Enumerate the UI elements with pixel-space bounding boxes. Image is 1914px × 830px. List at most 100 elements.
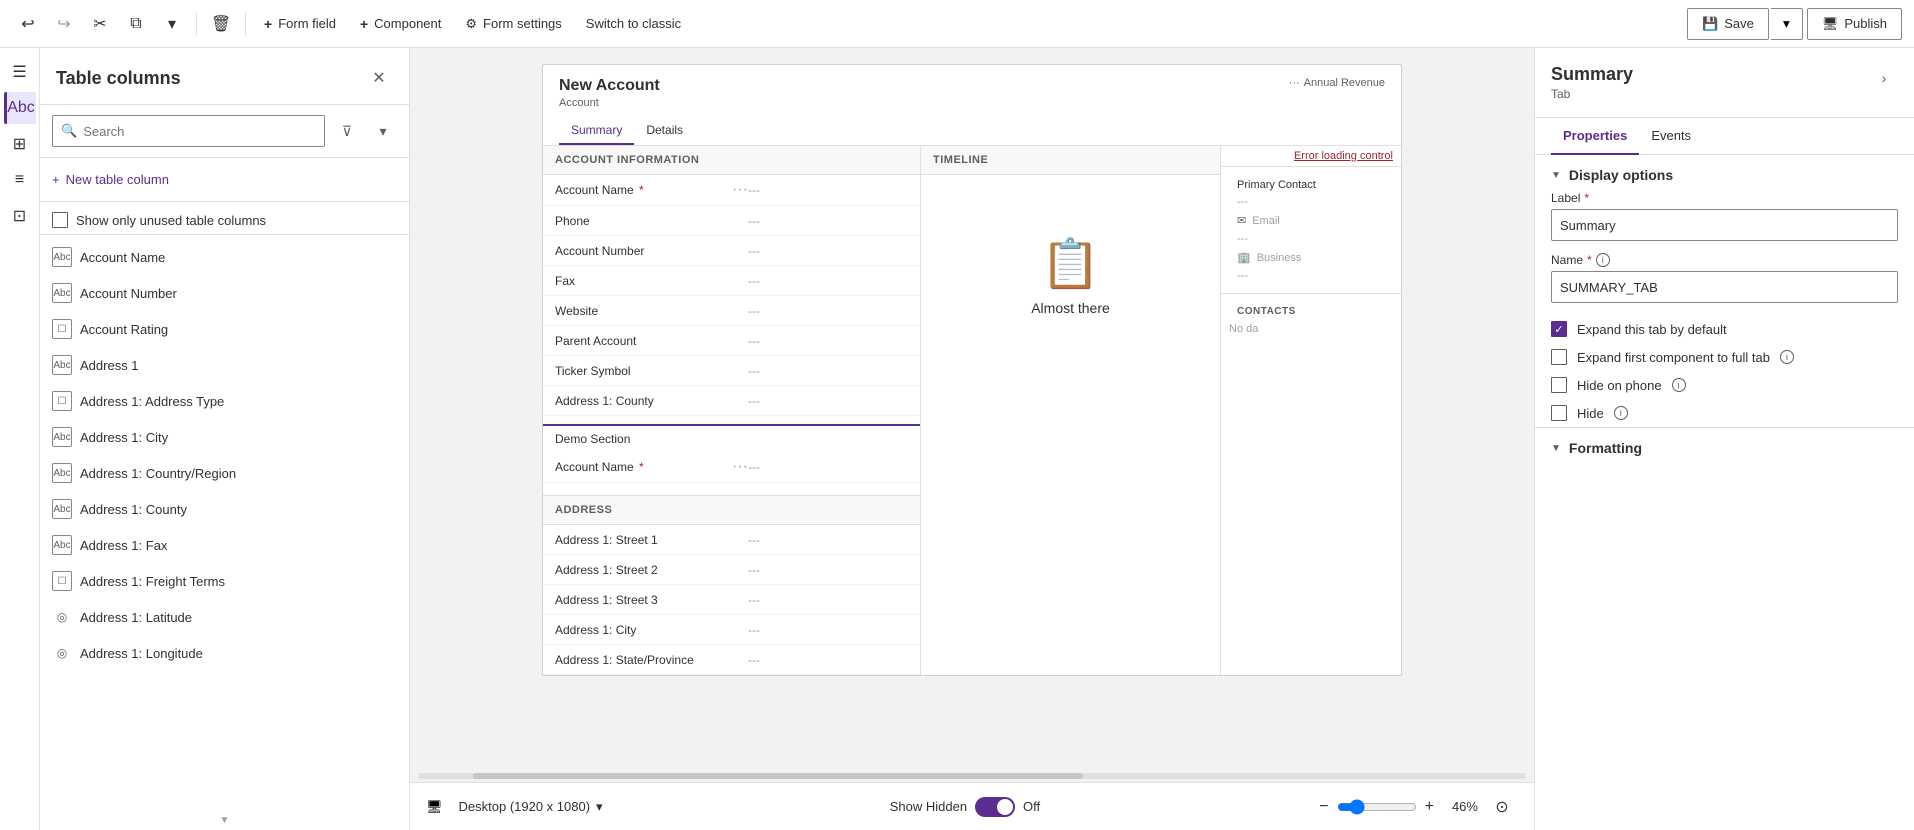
list-item[interactable]: Abc Account Name: [40, 239, 409, 275]
table-row: Phone ---: [543, 206, 920, 236]
timeline-column: Timeline 📋 Almost there: [921, 146, 1221, 675]
menu-icon-button[interactable]: ☰: [4, 56, 36, 88]
field-label: Address 1: Street 1: [555, 533, 748, 547]
chevron-down-icon: ▾: [596, 799, 603, 815]
expand-first-label: Expand first component to full tab: [1577, 350, 1770, 365]
form-tabs: Summary Details: [559, 117, 1385, 145]
right-panel: Summary Tab › Properties Events ▼ Displa…: [1534, 48, 1914, 830]
list-item[interactable]: ◎ Address 1: Latitude: [40, 599, 409, 635]
list-item[interactable]: ◎ Address 1: Longitude: [40, 635, 409, 671]
h-scrollbar[interactable]: [410, 770, 1534, 782]
hide-phone-checkbox[interactable]: [1551, 377, 1567, 393]
timeline-icon: 📋: [1041, 235, 1101, 292]
sidebar-header: Table columns ✕: [40, 48, 409, 105]
fullscreen-icon-button[interactable]: ⊙: [1486, 791, 1518, 823]
table-icon-button[interactable]: ⊡: [4, 200, 36, 232]
check-icon: ✓: [1554, 323, 1563, 336]
list-item[interactable]: Abc Address 1: Country/Region: [40, 455, 409, 491]
field-label: Website: [555, 304, 748, 318]
copy-button[interactable]: ⧉: [120, 8, 152, 40]
grid-icon-button[interactable]: ⊞: [4, 128, 36, 160]
tab-details[interactable]: Details: [634, 117, 695, 145]
zoom-plus-button[interactable]: +: [1425, 798, 1434, 816]
right-panel-tabs: Properties Events: [1535, 118, 1914, 155]
abc-icon: Abc: [52, 247, 72, 267]
delete-button[interactable]: 🗑: [205, 8, 237, 40]
save-button[interactable]: 💾 Save: [1687, 8, 1769, 40]
list-item[interactable]: Abc Address 1: City: [40, 419, 409, 455]
switch-classic-button[interactable]: Switch to classic: [576, 8, 691, 40]
sidebar-item-label: Address 1: Latitude: [80, 610, 192, 625]
label-input[interactable]: [1551, 209, 1898, 241]
show-hidden-toggle[interactable]: [975, 797, 1015, 817]
table-row: Address 1: Street 2 ---: [543, 555, 920, 585]
sidebar-close-button[interactable]: ✕: [365, 64, 393, 92]
publish-icon: 🖥: [1822, 16, 1839, 32]
tab-properties[interactable]: Properties: [1551, 118, 1639, 155]
list-item[interactable]: ☐ Address 1: Address Type: [40, 383, 409, 419]
email-label: Email: [1252, 215, 1280, 227]
undo-button[interactable]: ↩: [12, 8, 44, 40]
redo-button[interactable]: ↪: [48, 8, 80, 40]
no-data-text: No da: [1229, 321, 1393, 337]
right-panel-body: ▼ Display options Label * Name * i: [1535, 155, 1914, 830]
sort-button[interactable]: ▾: [369, 117, 397, 145]
expand-first-row: Expand first component to full tab i: [1535, 343, 1914, 371]
search-icon: 🔍: [61, 123, 77, 139]
zoom-slider[interactable]: [1337, 799, 1417, 815]
h-scrollbar-thumb[interactable]: [473, 773, 1082, 779]
plus-icon-2: +: [360, 16, 368, 32]
list-item[interactable]: Abc Address 1: County: [40, 491, 409, 527]
right-panel-expand-button[interactable]: ›: [1870, 64, 1898, 92]
sidebar-item-label: Account Number: [80, 286, 177, 301]
component-button[interactable]: + Component: [350, 8, 451, 40]
new-column-label: New table column: [66, 172, 169, 187]
field-label: Address 1: County: [555, 394, 748, 408]
dropdown-button[interactable]: ▾: [156, 8, 188, 40]
error-link[interactable]: Error loading control: [1294, 150, 1393, 162]
layers-icon-button[interactable]: ≡: [4, 164, 36, 196]
form-settings-button[interactable]: ⚙ Form settings: [455, 8, 571, 40]
more-icon: ···: [1289, 77, 1300, 89]
filter-button[interactable]: ⊽: [333, 117, 361, 145]
table-row: Address 1: County ---: [543, 386, 920, 416]
list-item[interactable]: Abc Address 1: [40, 347, 409, 383]
expand-tab-checkbox[interactable]: ✓: [1551, 321, 1567, 337]
field-value: ---: [748, 214, 908, 228]
list-item[interactable]: ☐ Account Rating: [40, 311, 409, 347]
hide-checkbox[interactable]: [1551, 405, 1567, 421]
cut-button[interactable]: ✂: [84, 8, 116, 40]
form-field-button[interactable]: + Form field: [254, 8, 346, 40]
formatting-section[interactable]: ▼ Formatting: [1535, 427, 1914, 464]
sidebar-item-label: Address 1: [80, 358, 139, 373]
canvas-scroll[interactable]: New Account Account ··· Annual Revenue S…: [410, 48, 1534, 770]
publish-button[interactable]: 🖥 Publish: [1807, 8, 1902, 40]
list-item[interactable]: ☐ Address 1: Freight Terms: [40, 563, 409, 599]
show-unused-checkbox[interactable]: [52, 212, 68, 228]
name-input[interactable]: [1551, 271, 1898, 303]
expand-first-checkbox[interactable]: [1551, 349, 1567, 365]
save-dropdown-button[interactable]: ▾: [1771, 8, 1803, 40]
tab-summary[interactable]: Summary: [559, 117, 634, 145]
list-item[interactable]: Abc Address 1: Fax: [40, 527, 409, 563]
zoom-minus-button[interactable]: −: [1319, 798, 1328, 816]
table-row: Address 1: Street 3 ---: [543, 585, 920, 615]
publish-label: Publish: [1844, 16, 1887, 31]
tab-events[interactable]: Events: [1639, 118, 1703, 155]
list-item[interactable]: Abc Account Number: [40, 275, 409, 311]
primary-contact-value: ---: [1237, 196, 1248, 208]
display-options-section[interactable]: ▼ Display options: [1535, 155, 1914, 191]
main-layout: ☰ Abc ⊞ ≡ ⊡ Table columns ✕ 🔍 ⊽ ▾ + New …: [0, 48, 1914, 830]
form-field-label: Form field: [278, 16, 336, 31]
toolbar-right: 💾 Save ▾ 🖥 Publish: [1687, 8, 1902, 40]
select-icon: ☐: [52, 319, 72, 339]
save-label: Save: [1724, 16, 1754, 31]
field-label: Parent Account: [555, 334, 748, 348]
new-table-column-button[interactable]: + New table column: [52, 168, 169, 191]
label-field-label: Label *: [1551, 191, 1898, 205]
account-info-section-header: ACCOUNT INFORMATION: [543, 146, 920, 175]
canvas-bottom-bar: 🖥 Desktop (1920 x 1080) ▾ Show Hidden Of…: [410, 782, 1534, 830]
fields-icon-button[interactable]: Abc: [4, 92, 36, 124]
device-selector-button[interactable]: Desktop (1920 x 1080) ▾: [451, 795, 611, 819]
search-input[interactable]: [83, 124, 316, 139]
